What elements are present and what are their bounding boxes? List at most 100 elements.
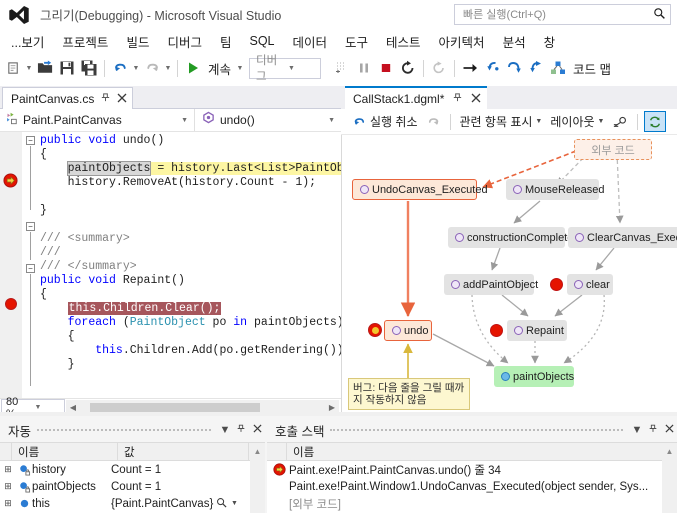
code-map-label[interactable]: 코드 맵 xyxy=(569,59,615,78)
node-repaint[interactable]: Repaint xyxy=(507,320,567,341)
node-clear[interactable]: clear xyxy=(567,274,613,295)
scroll-right-icon[interactable]: ▶ xyxy=(325,403,339,412)
node-external-code[interactable]: 외부 코드 xyxy=(574,139,652,160)
breakpoint-icon[interactable] xyxy=(5,298,17,310)
show-related-items-button[interactable]: 관련 항목 표시 ▼ xyxy=(457,111,546,133)
menu-item-test[interactable]: 테스트 xyxy=(377,30,430,53)
member-navigation-combo[interactable]: undo() ▼ xyxy=(195,109,341,131)
step-over-icon[interactable] xyxy=(503,56,525,80)
save-all-icon[interactable] xyxy=(78,56,100,80)
quick-launch-input[interactable] xyxy=(455,5,648,24)
autos-vertical-scrollbar[interactable] xyxy=(250,460,265,513)
node-paintobjects[interactable]: paintObjects xyxy=(494,366,574,387)
menu-item-tools[interactable]: 도구 xyxy=(336,30,377,53)
step-out-icon[interactable] xyxy=(525,56,547,80)
scroll-left-icon[interactable]: ◀ xyxy=(66,403,80,412)
tab-paintcanvas-cs[interactable]: PaintCanvas.cs xyxy=(2,87,134,109)
code-map-icon[interactable] xyxy=(547,56,569,80)
list-item[interactable]: Paint.exe!Paint.PaintCanvas.undo() 줄 34 xyxy=(267,461,677,478)
autos-col-value[interactable]: 값 xyxy=(118,442,249,461)
menu-item-debug[interactable]: 디버그 xyxy=(158,30,211,53)
close-icon[interactable] xyxy=(661,424,677,436)
continue-caret-icon[interactable]: ▼ xyxy=(235,65,245,72)
pin-icon[interactable] xyxy=(100,92,111,106)
step-into-icon[interactable] xyxy=(481,56,503,80)
expand-icon[interactable]: ⊞ xyxy=(0,464,16,475)
breakpoint-gutter[interactable] xyxy=(0,132,22,398)
scroll-up-icon[interactable]: ▲ xyxy=(250,443,265,461)
menu-item-build[interactable]: 빌드 xyxy=(117,30,158,53)
continue-button[interactable] xyxy=(182,56,204,80)
expand-icon[interactable]: ⊞ xyxy=(0,481,16,492)
comment-node-bug[interactable]: 버그: 다음 줄을 그릴 때까지 작동하지 않음 xyxy=(348,378,470,410)
tab-callstack1-dgml[interactable]: CallStack1.dgml* xyxy=(345,86,488,109)
callstack-col-name[interactable]: 이름 xyxy=(287,442,661,461)
chevron-down-icon[interactable]: ▼ xyxy=(629,424,645,436)
fold-toggle-undo[interactable]: − xyxy=(26,136,35,145)
panel-drag-handle[interactable] xyxy=(330,429,623,431)
autos-col-name[interactable]: 이름 xyxy=(12,442,118,461)
close-icon[interactable] xyxy=(117,92,127,106)
chevron-down-icon[interactable]: ▼ xyxy=(181,117,188,124)
menu-item-data[interactable]: 데이터 xyxy=(284,30,337,53)
pin-icon[interactable] xyxy=(452,90,463,108)
chevron-down-icon[interactable]: ▼ xyxy=(217,424,233,436)
list-item[interactable]: Paint.exe!Paint.Window1.UndoCanvas_Execu… xyxy=(267,478,677,495)
chevron-down-icon[interactable]: ▼ xyxy=(328,117,335,124)
chevron-down-icon[interactable]: ▼ xyxy=(227,500,238,507)
filter-button[interactable] xyxy=(609,111,631,133)
open-file-icon[interactable] xyxy=(34,56,56,80)
list-item[interactable]: [외부 코드] xyxy=(267,495,677,512)
table-row[interactable]: ⊞ paintObjects Count = 1 xyxy=(0,478,265,495)
close-icon[interactable] xyxy=(471,90,481,108)
navigate-back-caret-icon[interactable]: ▼ xyxy=(24,65,34,72)
layout-button[interactable]: 레이아웃 ▼ xyxy=(547,111,607,133)
pin-icon[interactable] xyxy=(233,423,249,437)
chevron-down-icon[interactable]: ▼ xyxy=(31,404,65,411)
menu-item-architecture[interactable]: 아키텍처 xyxy=(430,30,494,53)
continue-label[interactable]: 계속 xyxy=(204,59,235,78)
type-navigation-combo[interactable]: Paint.PaintCanvas ▼ xyxy=(0,109,195,131)
dgml-canvas[interactable]: 외부 코드 UndoCanvas_Executed MouseReleased … xyxy=(341,135,677,416)
navigate-back-icon[interactable] xyxy=(2,56,24,80)
stop-debugging-button[interactable] xyxy=(375,56,397,80)
table-row[interactable]: ⊞ this {Paint.PaintCanvas} ▼ xyxy=(0,495,265,512)
node-clearcanvas-executed[interactable]: ClearCanvas_Executed xyxy=(568,227,677,248)
node-mousereleased[interactable]: MouseReleased xyxy=(506,179,605,200)
dgml-undo-button[interactable]: 실행 취소 xyxy=(349,111,421,133)
menu-item-project[interactable]: 프로젝트 xyxy=(53,30,117,53)
menu-item-window[interactable]: 창 xyxy=(535,30,565,53)
panel-drag-handle[interactable] xyxy=(37,429,211,431)
search-icon[interactable] xyxy=(648,7,670,23)
fold-toggle-repaint[interactable]: − xyxy=(26,264,35,273)
expand-icon[interactable]: ⊞ xyxy=(0,498,16,509)
auto-refresh-toggle-button[interactable] xyxy=(644,111,667,132)
pin-icon[interactable] xyxy=(645,423,661,437)
save-icon[interactable] xyxy=(56,56,78,80)
undo-caret-icon[interactable]: ▼ xyxy=(131,65,141,72)
code-text-area[interactable]: − − − public void undo() { paintObjects … xyxy=(0,132,341,398)
restart-button[interactable] xyxy=(397,56,419,80)
step-continue-icon[interactable] xyxy=(459,56,481,80)
chevron-down-icon[interactable]: ▼ xyxy=(598,118,605,125)
magnifier-icon[interactable] xyxy=(216,497,227,511)
table-row[interactable]: ⊞ history Count = 1 xyxy=(0,461,265,478)
menu-item-team[interactable]: 팀 xyxy=(211,30,241,53)
menu-item-sql[interactable]: SQL xyxy=(240,32,283,50)
undo-icon[interactable] xyxy=(109,56,131,80)
debug-config-combo[interactable]: 디버그 ▼ xyxy=(249,55,322,83)
step-icon[interactable] xyxy=(331,56,353,80)
node-addpaintobject[interactable]: addPaintObject xyxy=(444,274,538,295)
node-undo[interactable]: undo xyxy=(384,320,432,341)
node-undocanvas-executed[interactable]: UndoCanvas_Executed xyxy=(352,179,488,200)
callstack-vertical-scrollbar[interactable] xyxy=(662,460,677,513)
breakpoint-icon[interactable] xyxy=(550,278,563,291)
menu-item-view[interactable]: ...보기 xyxy=(2,30,53,53)
breakpoint-icon[interactable] xyxy=(490,324,503,337)
fold-toggle-summary[interactable]: − xyxy=(26,222,35,231)
scroll-up-icon[interactable]: ▲ xyxy=(662,443,677,461)
node-constructioncomplete[interactable]: constructionComplete xyxy=(448,227,573,248)
menu-item-analyze[interactable]: 분석 xyxy=(494,30,535,53)
quick-launch-box[interactable] xyxy=(454,4,671,25)
close-icon[interactable] xyxy=(249,424,265,436)
